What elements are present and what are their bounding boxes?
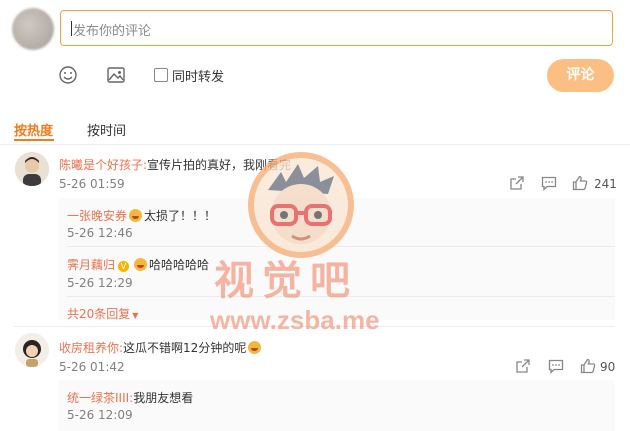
divider [0,144,630,145]
reply-text: 哈哈哈哈哈 [149,258,210,272]
submit-comment-button[interactable]: 评论 [547,59,614,92]
more-replies-link[interactable]: 共20条回复 ▼ [67,303,138,322]
reply-author[interactable]: 一张晚安券 [67,209,127,223]
reply-line: 统一绿茶IIII:我朋友想看 [67,387,193,406]
more-replies-label: 共20条回复 [67,307,131,321]
comment-time: 5-26 01:59 [59,177,125,191]
reply-time: 5-26 12:09 [67,408,133,422]
reply-author[interactable]: 统一绿茶IIII: [67,391,133,405]
comment-time: 5-26 01:42 [59,360,125,374]
share-icon[interactable] [515,358,531,378]
reply-text: 我朋友想看 [133,391,194,405]
watermark-url: www.zsba.me [210,305,380,335]
like-count: 90 [600,360,616,374]
reply-line: 霁月藕归 V 哈哈哈哈哈 [67,254,209,273]
share-icon[interactable] [509,175,525,195]
comment-author[interactable]: 收房租养你: [59,341,123,355]
avatar[interactable] [15,152,49,186]
comment-icon[interactable] [548,359,564,378]
reply-author[interactable]: 霁月藕归 [67,258,115,272]
reply-time: 5-26 12:46 [67,226,133,240]
reply-line: 一张晚安券 太损了！！！ [67,205,216,224]
tab-sort-by-time[interactable]: 按时间 [87,120,126,139]
laughing-emoji-icon [129,209,143,222]
repost-checkbox[interactable] [154,68,168,82]
verified-badge-icon: V [118,261,130,272]
watermark-logo [246,150,356,260]
comment-author[interactable]: 陈曦是个好孩子: [59,158,147,172]
like-count: 241 [594,177,617,191]
caret-down-icon: ▼ [132,311,139,320]
comment-input-placeholder: 发布你的评论 [73,24,152,39]
emoji-icon[interactable] [58,65,78,90]
reply-time: 5-26 12:29 [67,276,133,290]
image-icon[interactable] [106,65,126,90]
laughing-emoji-icon [248,341,262,354]
tab-sort-by-hot[interactable]: 按热度 [14,120,53,139]
comment-text: 这瓜不错啊12分钟的呢 [123,341,247,355]
comment-icon[interactable] [541,176,557,195]
comment-line: 收房租养你:这瓜不错啊12分钟的呢 [59,337,263,356]
watermark-title: 视觉吧 [214,259,358,303]
comment-input[interactable]: 发布你的评论 [60,10,613,46]
laughing-emoji-icon [134,258,148,271]
active-tab-underline [14,139,54,141]
avatar[interactable] [15,333,49,367]
text-caret [71,21,72,36]
like-icon[interactable] [580,358,596,378]
reply-text: 太损了！！！ [144,209,217,223]
repost-label: 同时转发 [172,70,225,85]
like-icon[interactable] [572,175,588,195]
current-user-avatar [12,8,54,50]
